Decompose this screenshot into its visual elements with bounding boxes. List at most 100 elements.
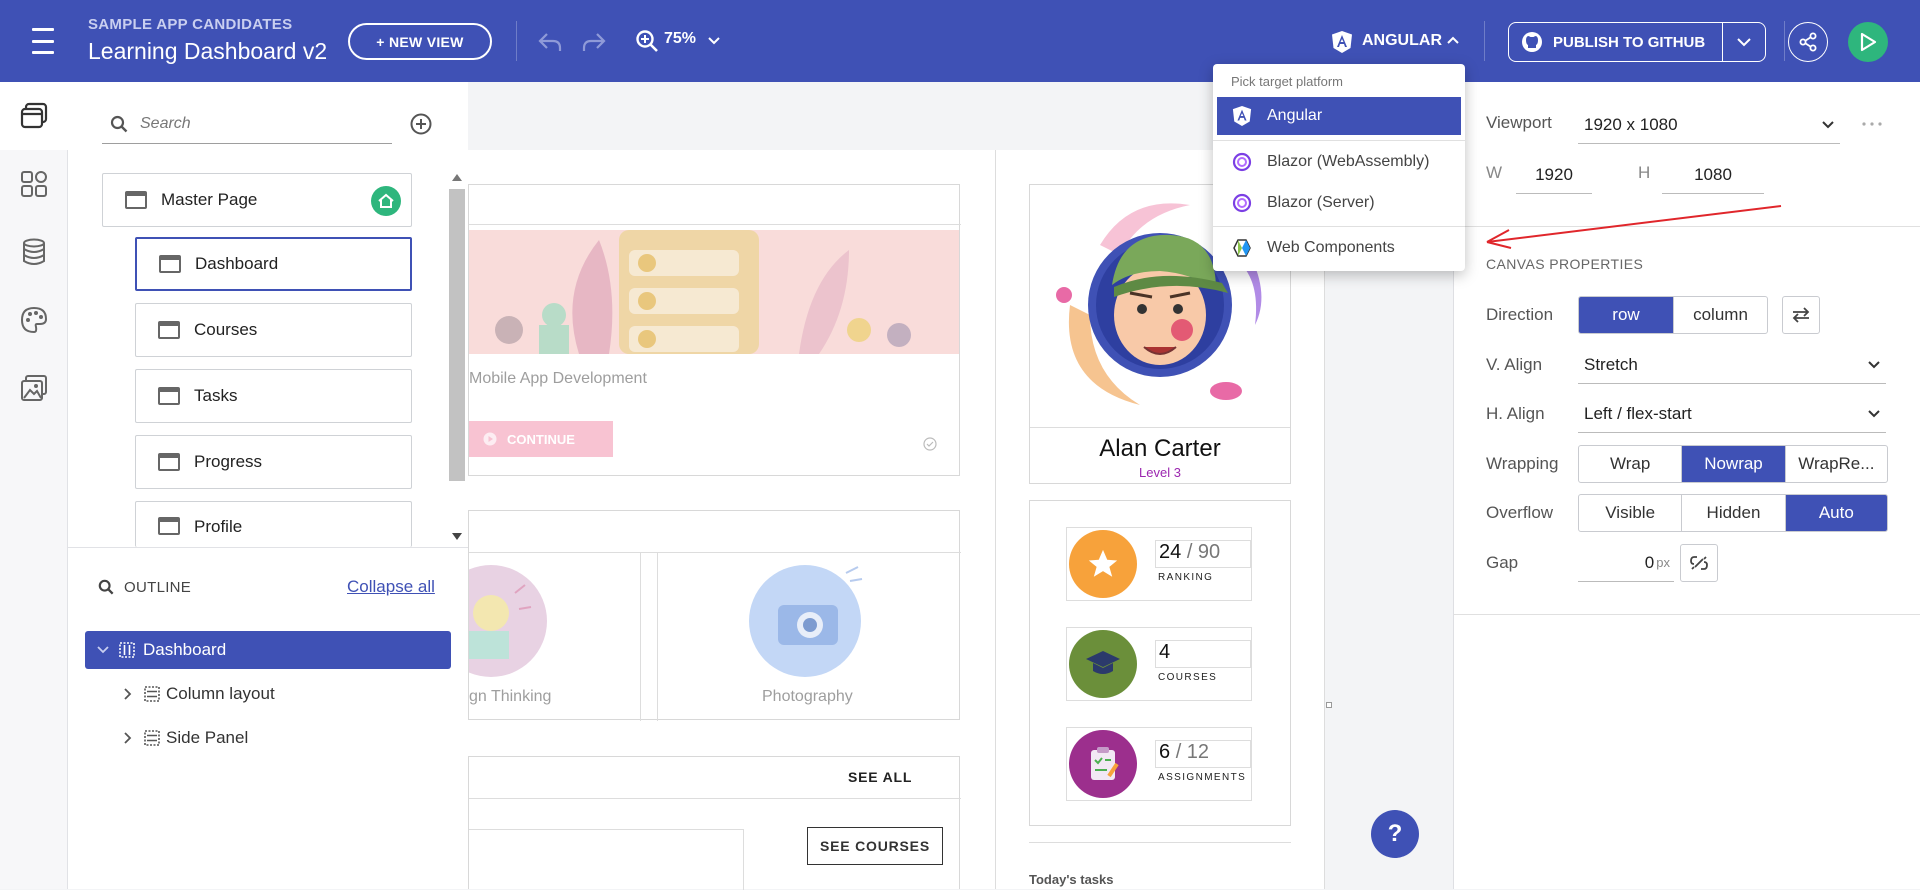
zoom-level[interactable]: 75% [664, 30, 696, 48]
chevron-right-icon[interactable] [124, 732, 132, 744]
home-icon[interactable] [371, 186, 401, 216]
halign-select[interactable]: Left / flex-start [1578, 395, 1886, 433]
redo-icon[interactable] [580, 28, 608, 56]
add-page-icon[interactable] [410, 113, 432, 135]
profile-level: Level 3 [1139, 465, 1181, 480]
wrap-button[interactable]: Wrap [1579, 446, 1683, 482]
resize-handle[interactable] [1326, 702, 1332, 708]
course-title: Mobile App Development [469, 370, 647, 387]
see-all-link[interactable]: SEE ALL [848, 769, 912, 785]
page-icon [159, 255, 181, 273]
overflow-auto-button[interactable]: Auto [1785, 495, 1887, 531]
left-icon-rail [0, 82, 68, 889]
gap-input[interactable]: 0 px [1578, 544, 1674, 582]
chevron-down-icon [1822, 120, 1834, 129]
option-label: Blazor (Server) [1267, 194, 1375, 211]
master-page-icon [125, 191, 147, 209]
course-card[interactable]: Mobile App Development CONTINUE [468, 184, 961, 476]
page-item-dashboard[interactable]: Dashboard [135, 237, 412, 291]
photography-illustration [746, 559, 864, 677]
zoom-icon[interactable] [634, 28, 660, 54]
courses-list-card[interactable]: SEE ALL SEE COURSES [468, 756, 961, 890]
outline-node-label: Dashboard [143, 640, 227, 659]
hamburger-menu-icon[interactable] [28, 28, 58, 54]
stat-label: ASSIGNMENTS [1158, 772, 1247, 783]
assets-image-icon[interactable] [18, 372, 50, 404]
zoom-chevron-down-icon[interactable] [706, 33, 722, 49]
chevron-up-icon[interactable] [1446, 34, 1460, 46]
app-title[interactable]: Learning Dashboard v2 [88, 38, 327, 65]
see-courses-button[interactable]: SEE COURSES [807, 827, 943, 865]
divider [657, 553, 658, 721]
collapse-all-link[interactable]: Collapse all [347, 577, 435, 597]
topics-card[interactable]: gn Thinking Photography [468, 510, 961, 721]
nowrap-button[interactable]: Nowrap [1682, 446, 1786, 482]
divider [1030, 427, 1290, 428]
chevron-down-icon[interactable] [97, 646, 109, 654]
pages-icon[interactable] [18, 100, 50, 132]
platform-label[interactable]: ANGULAR [1362, 32, 1442, 50]
overflow-visible-button[interactable]: Visible [1579, 495, 1683, 531]
direction-row-button[interactable]: row [1579, 297, 1674, 333]
overflow-hidden-button[interactable]: Hidden [1682, 495, 1786, 531]
layout-grid-icon [119, 642, 135, 658]
width-input[interactable]: 1920 [1516, 156, 1592, 194]
divider [1213, 140, 1465, 141]
publish-options-chevron-icon[interactable] [1723, 23, 1765, 61]
swap-direction-icon[interactable] [1782, 296, 1820, 334]
help-button[interactable]: ? [1371, 810, 1419, 858]
page-search-box[interactable]: Search [102, 104, 392, 144]
valign-select[interactable]: Stretch [1578, 346, 1886, 384]
stats-card[interactable]: 24 / 90 RANKING 4 COURSES 6 / 12 ASSIGNM… [1029, 500, 1291, 826]
continue-label: CONTINUE [507, 431, 575, 447]
publish-to-github-button[interactable]: PUBLISH TO GITHUB [1509, 23, 1723, 61]
topic-label: Photography [762, 688, 853, 705]
theme-palette-icon[interactable] [18, 304, 50, 336]
clipboard-icon [1069, 730, 1137, 798]
viewport-select[interactable]: 1920 x 1080 [1578, 106, 1840, 144]
chevron-right-icon[interactable] [124, 688, 132, 700]
angular-logo-icon[interactable] [1330, 29, 1354, 55]
platform-option-web-components[interactable]: Web Components [1217, 229, 1461, 267]
page-label: Tasks [194, 386, 238, 405]
page-item-profile[interactable]: Profile [135, 501, 412, 547]
unlink-icon[interactable] [1680, 544, 1718, 582]
more-options-icon[interactable] [1862, 122, 1882, 126]
stat-label: RANKING [1158, 572, 1214, 583]
page-icon [158, 453, 180, 471]
topic-label: gn Thinking [469, 688, 552, 705]
stat-value: 24 [1159, 541, 1182, 563]
blazor-icon [1231, 151, 1253, 173]
outline-search-icon[interactable] [98, 579, 114, 595]
platform-option-blazor-wasm[interactable]: Blazor (WebAssembly) [1217, 143, 1461, 181]
run-preview-button[interactable] [1848, 22, 1888, 62]
page-item-courses[interactable]: Courses [135, 303, 412, 357]
height-input[interactable]: 1080 [1662, 156, 1764, 194]
design-thinking-illustration [469, 563, 549, 681]
outline-node-dashboard[interactable]: Dashboard [85, 631, 451, 669]
platform-option-blazor-server[interactable]: Blazor (Server) [1217, 184, 1461, 222]
page-item-tasks[interactable]: Tasks [135, 369, 412, 423]
undo-icon[interactable] [536, 28, 564, 56]
toolbar-divider [1484, 21, 1485, 61]
page-item-progress[interactable]: Progress [135, 435, 412, 489]
pages-scrollbar[interactable] [448, 172, 466, 542]
components-icon[interactable] [18, 168, 50, 200]
outline-node-side-panel[interactable]: Side Panel [124, 719, 248, 757]
direction-column-button[interactable]: column [1674, 297, 1767, 333]
new-view-button[interactable]: + NEW VIEW [348, 23, 492, 60]
continue-button[interactable]: CONTINUE [469, 421, 613, 457]
master-page-item[interactable]: Master Page [102, 173, 412, 227]
dropdown-title: Pick target platform [1231, 74, 1343, 89]
option-label: Web Components [1267, 239, 1395, 256]
platform-option-angular[interactable]: Angular [1217, 97, 1461, 135]
check-circle-icon [923, 437, 937, 451]
page-label: Progress [194, 452, 263, 471]
search-placeholder: Search [140, 114, 191, 132]
width-value: 1920 [1535, 164, 1573, 184]
share-button[interactable] [1788, 22, 1828, 62]
toolbar-divider [1784, 21, 1785, 61]
wrap-reverse-button[interactable]: WrapRe... [1786, 446, 1887, 482]
outline-node-column-layout[interactable]: Column layout [124, 675, 275, 713]
database-icon[interactable] [18, 236, 50, 268]
